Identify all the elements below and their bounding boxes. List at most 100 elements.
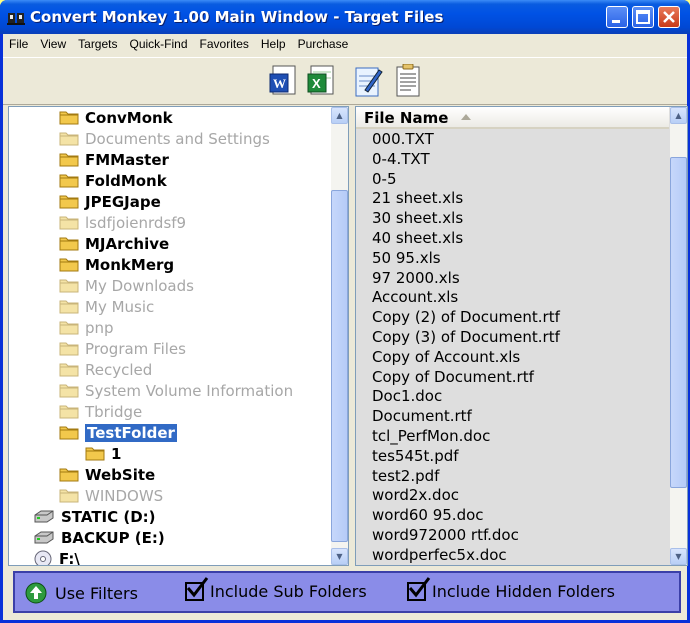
file-row[interactable]: Copy of Account.xls [372,348,520,366]
file-row[interactable]: word60 95.doc [372,506,484,524]
menu-targets[interactable]: Targets [72,34,123,51]
tree-item[interactable]: pnp [59,317,114,338]
tree-item-label: FMMaster [85,150,169,169]
checkbox-checked-icon [185,577,209,601]
close-button[interactable] [658,6,680,28]
toolbar: W X [3,57,687,105]
file-row[interactable]: Document.rtf [372,407,472,425]
tree-scroll-down-icon[interactable]: ▼ [331,548,348,565]
folder-icon [59,131,79,146]
menu-purchase[interactable]: Purchase [292,34,355,51]
tree-item[interactable]: WINDOWS [59,485,163,506]
file-row[interactable]: 97 2000.xls [372,269,460,287]
menu-quick-find[interactable]: Quick-Find [124,34,194,51]
files-scroll-thumb[interactable] [670,157,687,488]
files-scroll-up-icon[interactable]: ▲ [670,107,687,124]
file-row[interactable]: word972000 rtf.doc [372,526,519,544]
files-scrollbar[interactable]: ▲ ▼ [670,107,687,565]
maximize-button[interactable] [632,6,654,28]
folder-icon [59,194,79,209]
tree-item-label: Tbridge [85,402,143,421]
tree-scrollbar[interactable]: ▲ ▼ [331,107,348,565]
tree-item[interactable]: FMMaster [59,149,169,170]
tree-item-label: WINDOWS [85,486,164,505]
tree-item[interactable]: System Volume Information [59,380,293,401]
tree-item-label: STATIC (D:) [61,507,156,526]
folder-icon [59,110,79,125]
tree-item[interactable]: Documents and Settings [59,128,270,149]
folder-icon [59,236,79,251]
file-row[interactable]: 40 sheet.xls [372,229,463,247]
tree-item[interactable]: Recycled [59,359,152,380]
file-row[interactable]: 000.TXT [372,130,434,148]
filter-arrow-icon [25,582,47,604]
folder-icon [59,152,79,167]
tree-item[interactable]: My Music [59,296,154,317]
tree-item[interactable]: BACKUP (E:) [33,527,165,548]
file-row[interactable]: 50 95.xls [372,249,441,267]
menu-view[interactable]: View [34,34,72,51]
tree-item[interactable]: Program Files [59,338,186,359]
files-scroll-down-icon[interactable]: ▼ [670,548,687,565]
file-row[interactable]: Account.xls [372,288,458,306]
notepad-edit-icon[interactable] [353,64,383,100]
folder-icon [59,488,79,503]
file-row[interactable]: wordperfec5x.doc [372,546,507,564]
file-row[interactable]: Copy (3) of Document.rtf [372,328,560,346]
tree-item[interactable]: TestFolder [59,422,177,443]
tree-scroll-thumb[interactable] [331,190,348,542]
folder-icon [59,257,79,272]
title-bar[interactable]: Convert Monkey 1.00 Main Window - Target… [0,0,690,34]
tree-item[interactable]: JPEGJape [59,191,161,212]
text-doc-icon[interactable] [393,64,423,100]
file-row[interactable]: 0-5 [372,170,397,188]
file-row[interactable]: test2.pdf [372,467,439,485]
tree-scroll-up-icon[interactable]: ▲ [331,107,348,124]
file-name-column-header[interactable]: File Name [356,107,669,129]
folder-icon [59,362,79,377]
file-row[interactable]: tcl_PerfMon.doc [372,427,490,445]
file-row[interactable]: word2x.doc [372,486,459,504]
excel-sheet-icon[interactable]: X [307,64,337,100]
tree-item-label: Documents and Settings [85,129,270,148]
tree-item[interactable]: MJArchive [59,233,169,254]
tree-item[interactable]: STATIC (D:) [33,506,156,527]
word-doc-icon[interactable]: W [269,64,299,100]
folder-icon [59,173,79,188]
file-row[interactable]: Copy (2) of Document.rtf [372,308,560,326]
menu-help[interactable]: Help [255,34,292,51]
file-row[interactable]: Copy of Document.rtf [372,368,534,386]
file-list[interactable]: File Name ▲ ▼ 000.TXT 0-4.TXT 0-5 21 sheet.… [355,106,688,566]
folder-icon [59,404,79,419]
window-title: Convert Monkey 1.00 Main Window - Target… [30,8,444,26]
tree-item[interactable]: 1 [85,443,121,464]
menu-file[interactable]: File [3,34,34,51]
tree-item-label: Recycled [85,360,153,379]
drive-icon [33,509,55,524]
file-row[interactable]: 21 sheet.xls [372,189,463,207]
drive-icon [33,530,55,545]
file-row[interactable]: Doc1.doc [372,387,442,405]
file-row[interactable]: 30 sheet.xls [372,209,463,227]
tree-item[interactable]: MonkMerg [59,254,174,275]
tree-item[interactable]: My Downloads [59,275,194,296]
tree-item[interactable]: ConvMonk [59,107,173,128]
tree-item[interactable]: WebSite [59,464,155,485]
file-row[interactable]: 0-4.TXT [372,150,430,168]
tree-item-label: System Volume Information [85,381,294,400]
include-sub-folders-checkbox[interactable]: Include Sub Folders [185,577,367,601]
folder-tree[interactable]: ▲ ▼ ConvMonk Documents and Settings FMMast… [8,106,349,566]
folder-icon [59,320,79,335]
include-hidden-folders-checkbox[interactable]: Include Hidden Folders [407,577,615,601]
minimize-button[interactable] [606,6,628,28]
tree-item[interactable]: lsdfjoienrdsf9 [59,212,186,233]
folder-icon [59,425,79,440]
close-icon [663,11,675,23]
tree-item[interactable]: FoldMonk [59,170,167,191]
tree-item[interactable]: F:\ [33,548,80,565]
file-row[interactable]: tes545t.pdf [372,447,459,465]
use-filters-button[interactable]: Use Filters [25,582,138,604]
tree-item-label: ConvMonk [85,108,173,127]
menu-favorites[interactable]: Favorites [194,34,255,51]
tree-item[interactable]: Tbridge [59,401,142,422]
